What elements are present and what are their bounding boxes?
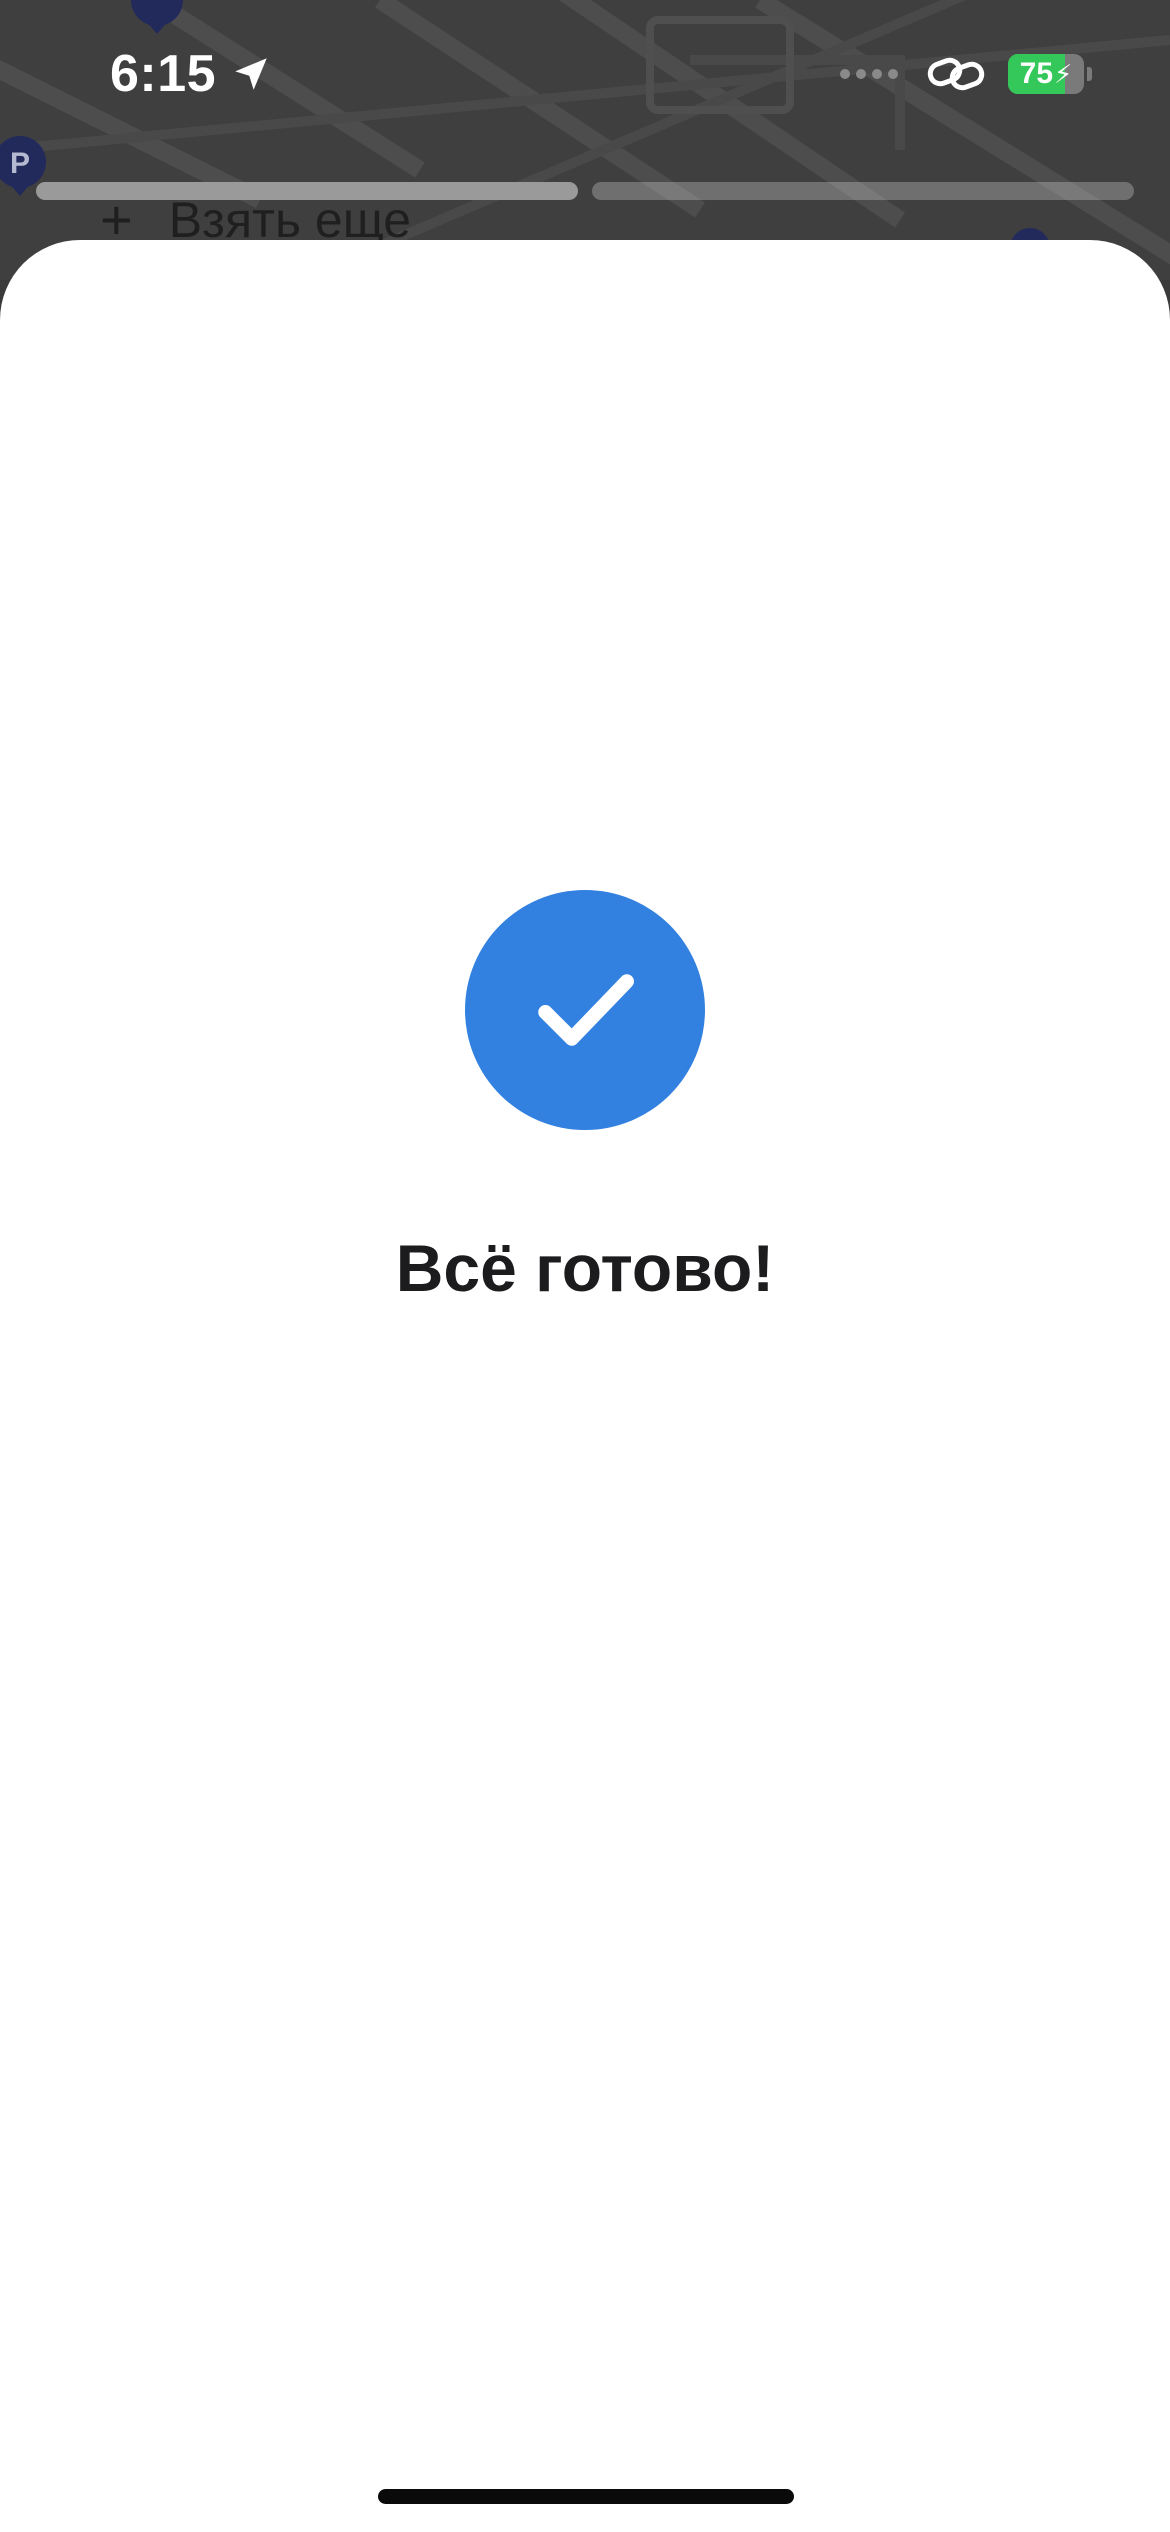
story-progress-fill-1: [36, 182, 578, 200]
status-bar: 6:15 75 ⚡: [0, 0, 1170, 150]
home-indicator[interactable]: [378, 2489, 794, 2504]
battery-cap: [1087, 67, 1092, 81]
location-arrow-icon: [235, 58, 267, 90]
battery-level: 75 ⚡: [1019, 57, 1073, 90]
status-indicators: 75 ⚡: [840, 54, 1092, 94]
success-badge: [465, 890, 705, 1130]
success-title: Всё готово!: [395, 1231, 775, 1305]
battery-icon: 75 ⚡: [1008, 54, 1084, 94]
cellular-signal-icon: [840, 69, 904, 79]
story-progress: [36, 182, 1134, 200]
success-sheet: Всё готово!: [0, 240, 1170, 2532]
status-time: 6:15: [110, 45, 217, 103]
story-progress-segment-2: [592, 182, 1134, 200]
status-time-group: 6:15: [110, 44, 272, 104]
checkmark-icon: [538, 974, 634, 1046]
link-icon: [927, 57, 985, 91]
story-progress-segment-1: [36, 182, 578, 200]
